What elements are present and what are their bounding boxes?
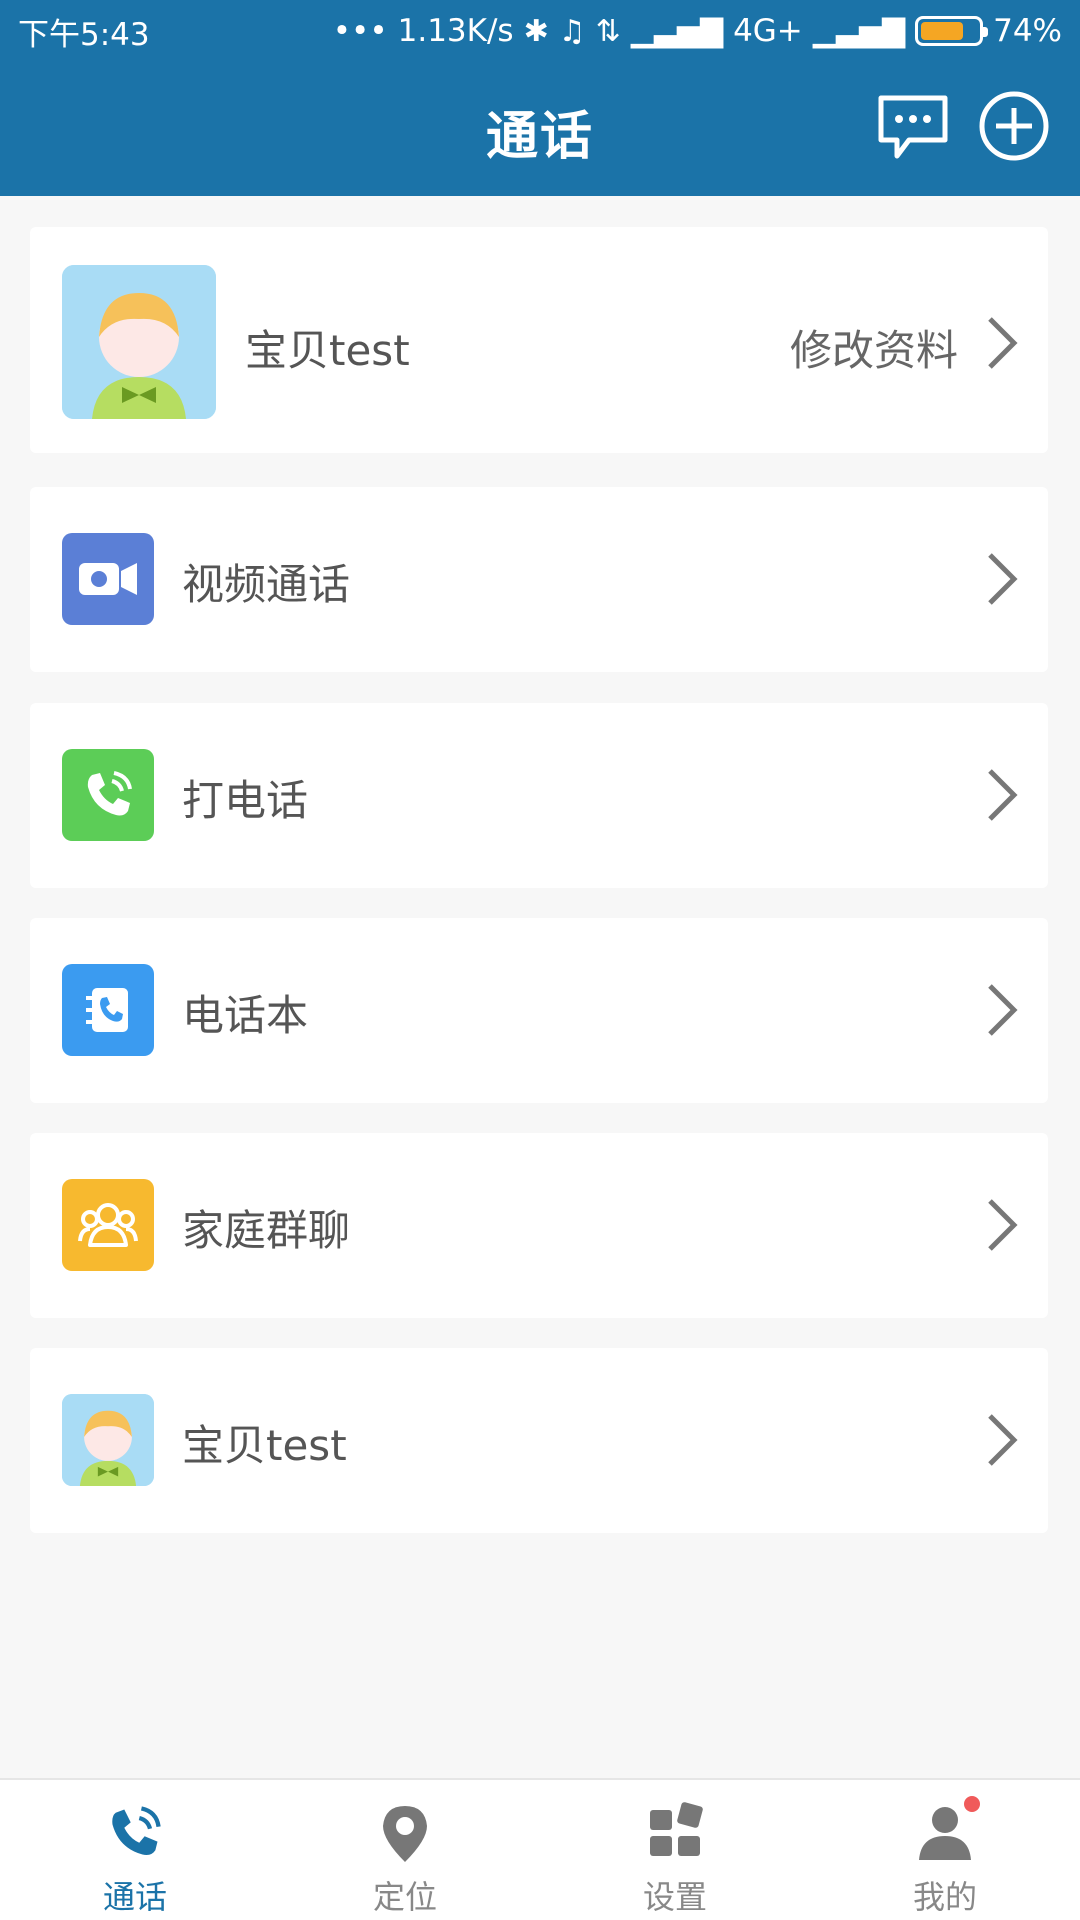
phone-icon xyxy=(62,749,154,841)
profile-name: 宝贝test xyxy=(245,326,410,375)
tab-mine[interactable]: 我的 xyxy=(810,1780,1080,1920)
signal-icon-2: ▁▃▅▇ xyxy=(812,13,906,49)
chevron-right-icon xyxy=(988,769,1018,821)
tab-settings[interactable]: 设置 xyxy=(540,1780,810,1920)
menu-label: 家庭群聊 xyxy=(182,1206,351,1255)
menu-label: 视频通话 xyxy=(182,560,351,609)
edit-profile-link[interactable]: 修改资料 xyxy=(790,317,958,378)
tab-label: 定位 xyxy=(372,1878,437,1916)
tab-label: 我的 xyxy=(912,1878,977,1916)
status-time: 下午5:43 xyxy=(18,16,150,53)
status-right: ••• 1.13K/s ✱ ♫ ⇅ ▁▃▅▇ 4G+ ▁▃▅▇ 74% xyxy=(333,13,1062,49)
phone-wave-icon xyxy=(112,1806,161,1856)
child-avatar-icon xyxy=(62,265,216,419)
menu-label: 打电话 xyxy=(182,776,309,825)
chevron-right-icon xyxy=(988,1199,1018,1251)
signal-icon: ▁▃▅▇ xyxy=(630,13,724,49)
map-pin-icon xyxy=(383,1806,427,1862)
data-transfer-icon: ⇅ xyxy=(595,13,621,49)
phonebook-icon xyxy=(62,964,154,1056)
menu-label: 宝贝test xyxy=(182,1421,347,1470)
bottom-tab-bar: 通话 定位 设置 我的 xyxy=(0,1778,1080,1920)
battery-percent: 74% xyxy=(993,13,1062,49)
menu-item-phone-call[interactable]: 打电话 xyxy=(30,703,1048,888)
menu-item-video-call[interactable]: 视频通话 xyxy=(30,487,1048,672)
grid-settings-icon xyxy=(650,1802,703,1856)
bluetooth-icon: ✱ xyxy=(523,13,549,49)
app-header: 通话 xyxy=(0,62,1080,196)
menu-item-baby-contact[interactable]: 宝贝test xyxy=(30,1348,1048,1533)
network-type: 4G+ xyxy=(733,13,803,49)
tab-label: 通话 xyxy=(102,1878,167,1916)
tab-call[interactable]: 通话 xyxy=(0,1780,270,1920)
menu-label: 电话本 xyxy=(182,991,309,1040)
plus-circle-icon[interactable] xyxy=(978,90,1050,162)
tab-location[interactable]: 定位 xyxy=(270,1780,540,1920)
status-dots: ••• xyxy=(332,13,388,49)
video-camera-icon xyxy=(62,533,154,625)
user-icon xyxy=(919,1807,971,1860)
menu-item-family-group[interactable]: 家庭群聊 xyxy=(30,1133,1048,1318)
group-icon xyxy=(62,1179,154,1271)
chat-bubble-icon[interactable] xyxy=(875,92,951,162)
notification-dot xyxy=(964,1796,980,1812)
profile-card[interactable]: 宝贝test 修改资料 xyxy=(30,227,1048,453)
tab-label: 设置 xyxy=(642,1878,707,1916)
chevron-right-icon xyxy=(988,1414,1018,1466)
chevron-right-icon xyxy=(988,984,1018,1036)
status-bar: 下午5:43 ••• 1.13K/s ✱ ♫ ⇅ ▁▃▅▇ 4G+ ▁▃▅▇ 7… xyxy=(0,0,1080,62)
child-avatar-icon xyxy=(62,1394,154,1486)
chevron-right-icon xyxy=(988,317,1018,369)
avatar xyxy=(62,265,216,419)
menu-item-phonebook[interactable]: 电话本 xyxy=(30,918,1048,1103)
mute-icon: ♫ xyxy=(558,13,586,49)
chevron-right-icon xyxy=(988,553,1018,605)
network-speed: 1.13K/s xyxy=(397,13,514,49)
battery-icon xyxy=(915,16,989,46)
